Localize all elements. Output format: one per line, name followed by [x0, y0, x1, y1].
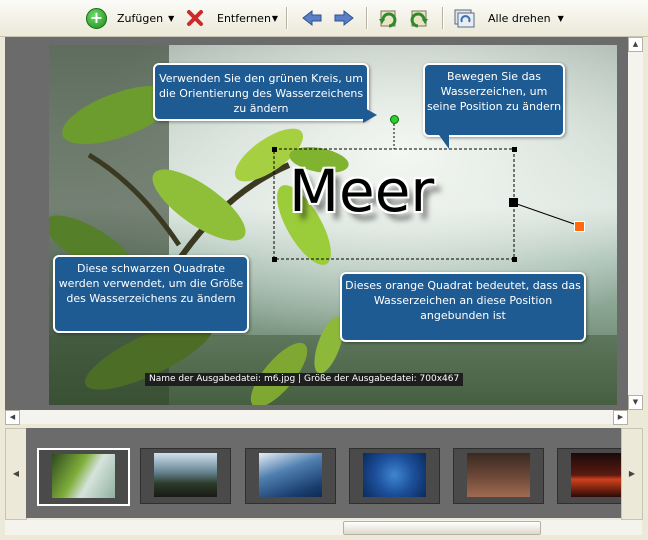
thumbnail-item[interactable] — [140, 448, 231, 504]
rotate-all-icon — [454, 9, 475, 28]
remove-icon — [187, 10, 203, 26]
arrow-right-icon — [334, 9, 354, 27]
thumbnail-item[interactable] — [349, 448, 440, 504]
callout-tail — [363, 107, 377, 123]
thumbnail-item[interactable] — [245, 448, 336, 504]
callout-orange-square: Dieses orange Quadrat bedeutet, dass das… — [340, 272, 586, 342]
output-file-caption: Name der Ausgabedatei: m6.jpg | Größe de… — [145, 373, 464, 386]
thumbnail-item[interactable] — [37, 448, 130, 506]
thumbnail-item[interactable] — [453, 448, 544, 504]
scroll-left-icon[interactable]: ◀ — [5, 410, 20, 425]
thumbnail-image — [259, 453, 322, 497]
callout-text: Dieses orange Quadrat bedeutet, dass das… — [345, 279, 581, 322]
thumbnail-image — [154, 453, 217, 497]
thumbnail-strip: ◀ ▶ — [5, 428, 643, 520]
callout-tail — [439, 135, 449, 149]
arrow-left-icon — [302, 9, 322, 27]
strip-scroll-thumb[interactable] — [343, 521, 541, 535]
rotate-left-button[interactable] — [376, 0, 398, 36]
callout-text: Bewegen Sie das Wasserzeichen, um seine … — [426, 70, 562, 113]
scroll-up-icon[interactable]: ▲ — [628, 37, 643, 52]
scroll-down-icon[interactable]: ▼ — [628, 395, 643, 410]
callout-black-squares: Diese schwarzen Quadrate werden verwende… — [53, 255, 249, 333]
rotate-right-button[interactable] — [409, 0, 431, 36]
thumbnail-image — [363, 453, 426, 497]
toolbar-separator — [442, 7, 444, 29]
callout-move: Bewegen Sie das Wasserzeichen, um seine … — [423, 63, 565, 149]
horizontal-scrollbar[interactable]: ◀ ▶ — [5, 410, 628, 425]
add-dropdown-icon[interactable]: ▼ — [168, 14, 174, 23]
remove-label: Entfernen — [217, 11, 271, 25]
callout-text: Verwenden Sie den grünen Kreis, um die O… — [158, 72, 364, 115]
thumbnail-image — [467, 453, 530, 497]
watermark-text[interactable]: Meer — [289, 157, 434, 225]
next-button[interactable] — [333, 0, 355, 36]
toolbar-separator — [366, 7, 368, 29]
add-label: Zufügen — [117, 11, 164, 25]
resize-handle[interactable] — [512, 147, 517, 152]
thumbnail-image — [571, 453, 622, 497]
resize-handle[interactable] — [272, 257, 277, 262]
thumbnail-list — [26, 428, 622, 518]
thumbnail-image — [52, 454, 115, 498]
remove-dropdown-icon[interactable]: ▼ — [272, 14, 278, 23]
resize-handle[interactable] — [509, 198, 518, 207]
toolbar: + Zufügen ▼ Entfernen ▼ Alle drehen ▼ — [0, 0, 648, 37]
rotate-handle[interactable] — [390, 115, 399, 124]
toolbar-separator — [286, 7, 288, 29]
callout-text: Diese schwarzen Quadrate werden verwende… — [58, 262, 244, 305]
vertical-scrollbar[interactable]: ▲ ▼ — [628, 37, 643, 410]
rotate-all-dropdown-icon[interactable]: ▼ — [558, 14, 564, 23]
preview-image: Meer Verwenden Sie den grünen Kreis, um … — [49, 45, 617, 405]
add-icon: + — [86, 7, 107, 29]
rotate-left-icon — [379, 10, 397, 28]
thumbnail-item[interactable] — [557, 448, 622, 504]
scroll-right-icon[interactable]: ▶ — [613, 410, 628, 425]
strip-right-icon[interactable]: ▶ — [621, 428, 643, 520]
resize-handle[interactable] — [512, 257, 517, 262]
remove-button[interactable]: Entfernen ▼ — [186, 0, 278, 36]
strip-left-icon[interactable]: ◀ — [5, 428, 27, 520]
add-button[interactable]: + Zufügen ▼ — [86, 0, 174, 36]
callout-green-circle: Verwenden Sie den grünen Kreis, um die O… — [153, 63, 377, 123]
rotate-all-button[interactable]: Alle drehen ▼ — [453, 0, 564, 36]
previous-button[interactable] — [301, 0, 323, 36]
strip-scrollbar[interactable] — [5, 520, 642, 535]
resize-handle[interactable] — [272, 147, 277, 152]
rotate-all-label: Alle drehen — [488, 11, 551, 25]
preview-area: Meer Verwenden Sie den grünen Kreis, um … — [5, 37, 628, 410]
rotate-right-icon — [410, 10, 428, 28]
anchor-handle[interactable] — [574, 221, 585, 232]
